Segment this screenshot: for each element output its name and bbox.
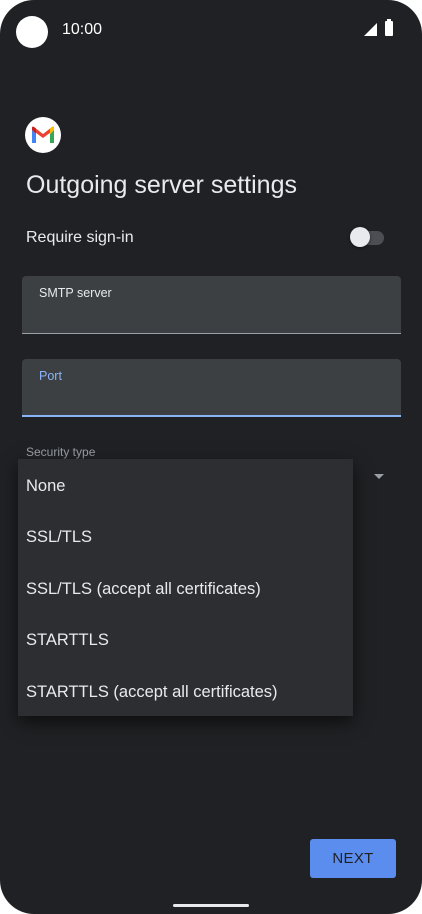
page-title: Outgoing server settings <box>26 171 297 199</box>
security-type-label: Security type <box>26 445 96 459</box>
smtp-server-field[interactable]: SMTP server <box>22 276 401 334</box>
status-time: 10:00 <box>62 21 103 38</box>
status-bar: 10:00 <box>0 0 422 62</box>
menu-item-starttls-accept-all[interactable]: STARTTLS (accept all certificates) <box>26 677 278 707</box>
menu-item-starttls[interactable]: STARTTLS <box>26 625 109 655</box>
toggle-thumb <box>350 227 370 247</box>
require-signin-label: Require sign-in <box>26 229 134 246</box>
battery-icon <box>385 19 393 36</box>
smtp-server-label: SMTP server <box>39 286 112 300</box>
menu-item-ssl-tls-accept-all[interactable]: SSL/TLS (accept all certificates) <box>26 574 261 604</box>
port-field[interactable]: Port <box>22 359 401 417</box>
phone-screen: 10:00 Outgoing server settings Require s… <box>0 0 422 914</box>
navigation-handle[interactable] <box>173 904 249 907</box>
require-signin-toggle[interactable] <box>350 227 384 247</box>
security-type-menu: None SSL/TLS SSL/TLS (accept all certifi… <box>18 459 353 716</box>
menu-item-ssl-tls[interactable]: SSL/TLS <box>26 522 92 552</box>
gmail-logo-icon <box>25 117 61 153</box>
menu-item-none[interactable]: None <box>26 471 65 501</box>
signal-icon <box>364 23 377 36</box>
next-button[interactable]: NEXT <box>310 839 396 878</box>
port-label: Port <box>39 369 62 383</box>
dropdown-arrow-icon[interactable] <box>374 474 384 479</box>
camera-icon <box>16 16 48 48</box>
